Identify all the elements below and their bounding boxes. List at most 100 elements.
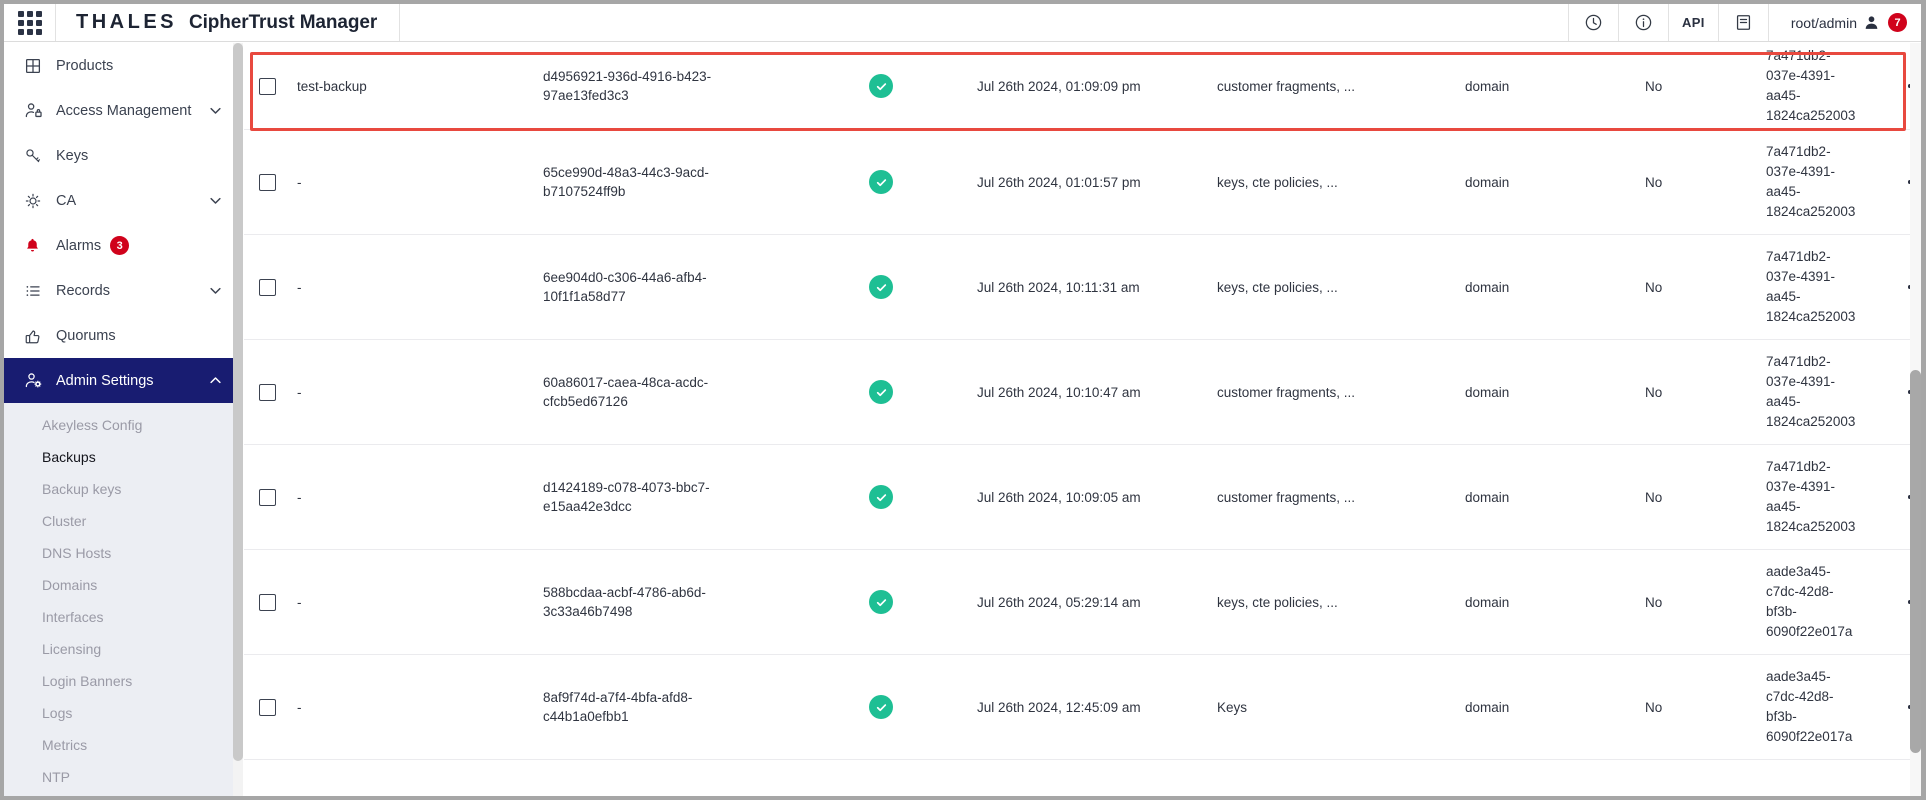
chevron-down-icon[interactable] — [207, 193, 223, 208]
backup-name: - — [297, 174, 302, 190]
backup-scope: Keys — [1217, 699, 1248, 715]
info-button[interactable] — [1617, 4, 1668, 41]
sidebar-item-admin-settings[interactable]: Admin Settings — [4, 358, 236, 403]
api-button[interactable]: API — [1667, 4, 1718, 41]
table-row[interactable]: test-backup d4956921-936d-4916-b423- 97a… — [244, 43, 1913, 130]
sidebar-item-label: Keys — [56, 147, 89, 164]
backup-uuid: aade3a45- c7dc-42d8- bf3b- 6090f22e017a — [1766, 669, 1853, 744]
grid-square-icon — [24, 57, 46, 75]
info-icon — [1635, 14, 1652, 31]
backup-name: test-backup — [297, 78, 367, 94]
sidebar-item-label: Admin Settings — [56, 372, 154, 389]
person-lock-icon — [24, 101, 46, 120]
submenu-item-login-banners[interactable]: Login Banners — [4, 665, 236, 697]
sidebar-item-label: Quorums — [56, 327, 116, 344]
history-button[interactable] — [1567, 4, 1618, 41]
sidebar-scrollbar-thumb[interactable] — [233, 43, 243, 761]
sidebar-scrollbar[interactable] — [233, 43, 243, 796]
notification-badge[interactable]: 7 — [1888, 13, 1907, 32]
chevron-down-icon[interactable] — [207, 103, 223, 118]
header-spacer — [400, 4, 1568, 41]
submenu-item-password-policies[interactable]: Password Policies — [4, 793, 236, 796]
backup-flag: No — [1645, 279, 1663, 295]
backup-id: 588bcdaa-acbf-4786-ab6d- 3c33a46b7498 — [543, 585, 706, 619]
submenu-item-domains[interactable]: Domains — [4, 569, 236, 601]
table-row[interactable]: - 65ce990d-48a3-44c3-9acd- b7107524ff9b … — [244, 130, 1913, 235]
table-row[interactable]: - 588bcdaa-acbf-4786-ab6d- 3c33a46b7498 … — [244, 550, 1913, 655]
submenu-item-backups[interactable]: Backups — [4, 441, 236, 473]
backup-domain: domain — [1465, 594, 1510, 610]
backup-flag: No — [1645, 78, 1663, 94]
bell-icon — [24, 237, 46, 254]
backup-status — [814, 380, 977, 404]
table-row[interactable]: - d1424189-c078-4073-bbc7- e15aa42e3dcc … — [244, 445, 1913, 550]
submenu-item-cluster[interactable]: Cluster — [4, 505, 236, 537]
backup-status — [814, 170, 977, 194]
sidebar-item-keys[interactable]: Keys — [4, 133, 236, 178]
backup-status — [814, 485, 977, 509]
backup-status — [814, 695, 977, 719]
row-checkbox[interactable] — [259, 698, 276, 716]
submenu-item-interfaces[interactable]: Interfaces — [4, 601, 236, 633]
brand-logo: THALES CipherTrust Manager — [56, 4, 401, 41]
submenu-item-metrics[interactable]: Metrics — [4, 729, 236, 761]
chevron-up-icon[interactable] — [207, 373, 223, 388]
sidebar-item-access-management[interactable]: Access Management — [4, 88, 236, 133]
submenu-item-ntp[interactable]: NTP — [4, 761, 236, 793]
backup-name: - — [297, 489, 302, 505]
table-row[interactable]: - 6ee904d0-c306-44a6-afb4- 10f1f1a58d77 … — [244, 235, 1913, 340]
submenu-item-licensing[interactable]: Licensing — [4, 633, 236, 665]
sidebar-item-products[interactable]: Products — [4, 43, 236, 88]
chevron-down-icon[interactable] — [207, 283, 223, 298]
row-checkbox[interactable] — [259, 383, 276, 401]
thumbs-up-icon — [24, 327, 46, 345]
backup-date: Jul 26th 2024, 10:11:31 am — [977, 279, 1140, 295]
row-actions-cell — [1881, 699, 1913, 715]
backup-uuid: 7a471db2- 037e-4391- aa45- 1824ca252003 — [1766, 354, 1856, 429]
backup-status — [814, 74, 977, 98]
table-scrollbar[interactable] — [1910, 43, 1921, 796]
row-checkbox[interactable] — [259, 77, 276, 95]
documentation-button[interactable] — [1717, 4, 1768, 41]
backup-scope: keys, cte policies, ... — [1217, 594, 1338, 610]
sidebar-item-ca[interactable]: CA — [4, 178, 236, 223]
row-checkbox[interactable] — [259, 278, 276, 296]
row-select-cell — [244, 593, 291, 611]
backup-id: 65ce990d-48a3-44c3-9acd- b7107524ff9b — [543, 165, 709, 199]
status-success-icon — [869, 170, 893, 194]
backup-flag: No — [1645, 594, 1663, 610]
sidebar-item-quorums[interactable]: Quorums — [4, 313, 236, 358]
backup-flag: No — [1645, 174, 1663, 190]
row-checkbox[interactable] — [259, 173, 276, 191]
backup-domain: domain — [1465, 279, 1510, 295]
person-gear-icon — [24, 371, 46, 390]
row-checkbox[interactable] — [259, 593, 276, 611]
user-menu[interactable]: root/admin 7 — [1767, 4, 1921, 41]
table-row[interactable]: - 8af9f74d-a7f4-4bfa-afd8- c44b1a0efbb1 … — [244, 655, 1913, 760]
sidebar-navigation: Products Access Management Keys CA Alarm… — [4, 43, 237, 796]
row-checkbox[interactable] — [259, 488, 276, 506]
backup-domain: domain — [1465, 78, 1510, 94]
window-chrome-right — [1921, 0, 1926, 800]
brand-thales-text: THALES — [76, 11, 177, 33]
submenu-item-backup-keys[interactable]: Backup keys — [4, 473, 236, 505]
row-select-cell — [244, 488, 291, 506]
submenu-item-akeyless-config[interactable]: Akeyless Config — [4, 409, 236, 441]
submenu-item-dns-hosts[interactable]: DNS Hosts — [4, 537, 236, 569]
app-launcher-button[interactable] — [4, 4, 56, 41]
backup-scope: customer fragments, ... — [1217, 489, 1356, 505]
clock-icon — [1585, 14, 1602, 31]
admin-settings-submenu: Akeyless Config Backups Backup keys Clus… — [4, 403, 236, 796]
header-actions: API root/admin 7 — [1567, 4, 1921, 41]
window-chrome-bottom — [0, 796, 1926, 800]
backup-status — [814, 275, 977, 299]
table-row[interactable]: - 60a86017-caea-48ca-acdc- cfcb5ed67126 … — [244, 340, 1913, 445]
backup-scope: customer fragments, ... — [1217, 78, 1356, 94]
submenu-item-logs[interactable]: Logs — [4, 697, 236, 729]
backup-domain: domain — [1465, 699, 1510, 715]
table-scrollbar-thumb[interactable] — [1910, 370, 1921, 753]
sidebar-item-records[interactable]: Records — [4, 268, 236, 313]
backup-date: Jul 26th 2024, 10:10:47 am — [977, 384, 1141, 400]
sidebar-item-alarms[interactable]: Alarms 3 — [4, 223, 236, 268]
backups-table-panel: test-backup d4956921-936d-4916-b423- 97a… — [244, 43, 1913, 796]
